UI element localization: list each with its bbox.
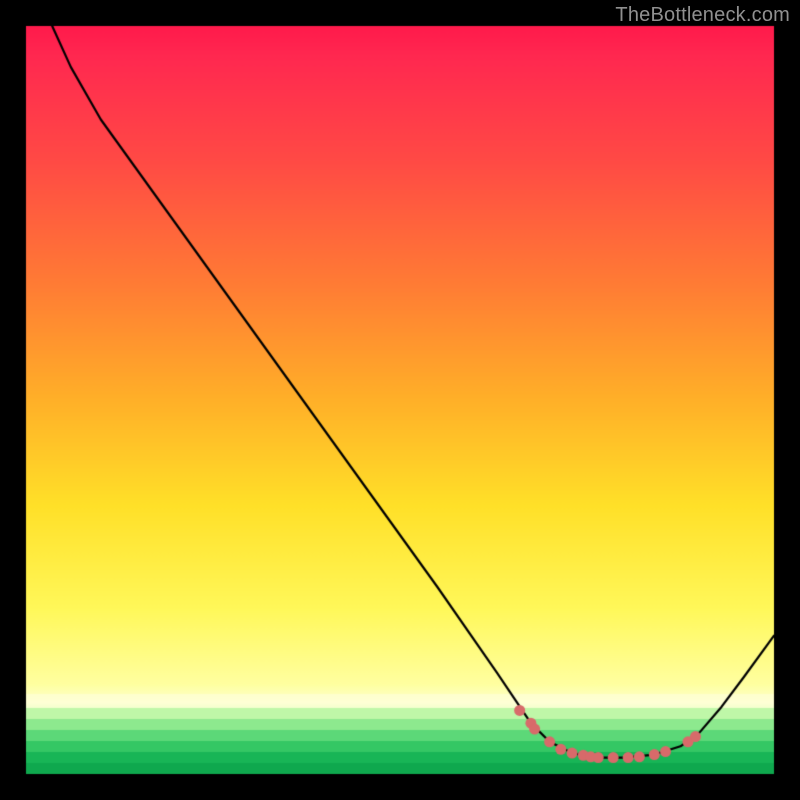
watermark: TheBottleneck.com xyxy=(615,4,790,27)
bottleneck-curve-chart xyxy=(0,0,800,800)
